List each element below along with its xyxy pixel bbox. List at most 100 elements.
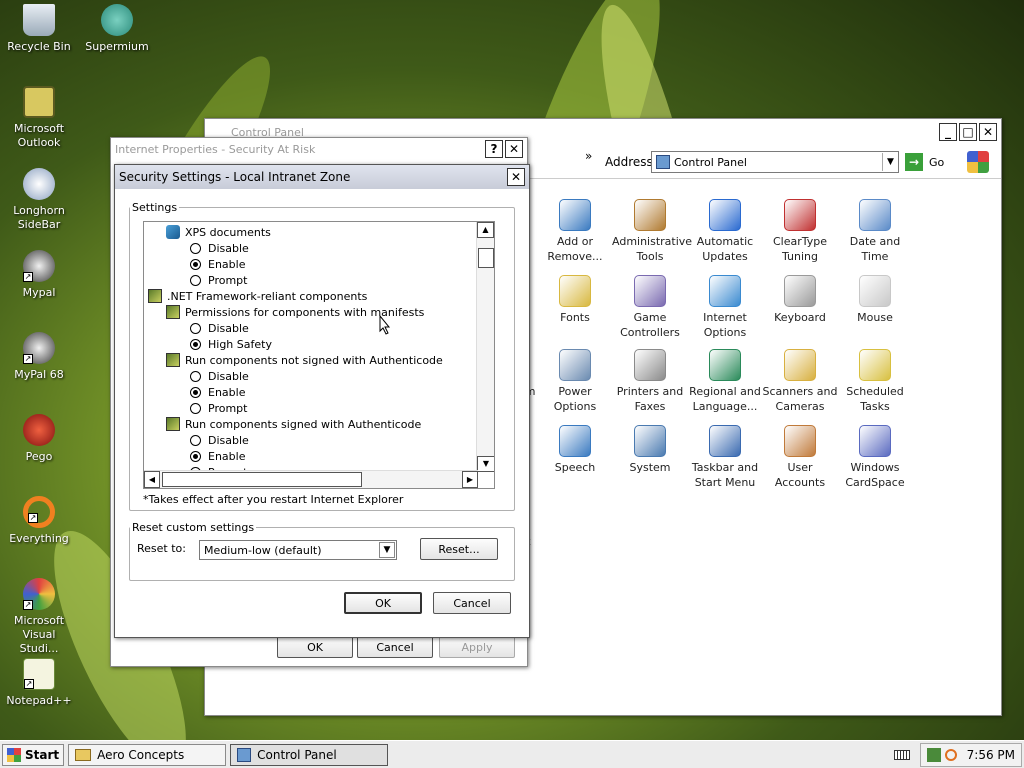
radio-selected[interactable] [190,338,201,350]
settings-item-label: Prompt [208,273,248,287]
reset-level-select[interactable]: Medium-low (default) ▼ [199,540,397,560]
shortcut-arrow-icon: ↗ [23,354,33,364]
settings-option[interactable]: Prompt [148,272,468,288]
scroll-up-button[interactable]: ▲ [477,222,494,238]
desktop-icon-sidebar[interactable]: Longhorn SideBar [4,168,74,232]
cp-item[interactable]: Mouse [837,275,913,325]
cp-item[interactable]: Keyboard [762,275,838,325]
settings-option[interactable]: Disable [148,320,468,336]
vertical-scroll-thumb[interactable] [478,248,494,268]
cp-item[interactable]: Scheduled Tasks [837,349,913,414]
cp-item[interactable]: Regional and Language... [687,349,763,414]
settings-option[interactable]: Disable [148,432,468,448]
start-button[interactable]: Start [2,743,65,766]
cp-item[interactable]: User Accounts [762,425,838,490]
security-settings-titlebar[interactable]: Security Settings - Local Intranet Zone … [115,165,529,189]
radio-selected[interactable] [190,450,201,462]
toolbar-chevron[interactable]: » [585,149,592,163]
cp-item[interactable]: Automatic Updates [687,199,763,264]
clock[interactable]: 7:56 PM [967,748,1015,762]
address-field[interactable]: Control Panel ▼ [651,151,899,173]
vertical-scrollbar[interactable]: ▲ ▼ [476,222,494,472]
horizontal-scroll-thumb[interactable] [162,472,362,487]
minimize-button[interactable]: _ [939,123,957,141]
security-settings-dialog[interactable]: Security Settings - Local Intranet Zone … [114,164,530,638]
address-dropdown-button[interactable]: ▼ [882,153,898,171]
cp-item-icon [634,349,666,381]
radio-selected[interactable] [190,258,201,270]
everything-icon: ↗ [23,496,55,528]
search-icon[interactable] [944,748,957,761]
cp-item[interactable]: Power Options [537,349,613,414]
dotnet-component-icon [148,289,162,303]
keyboard-icon[interactable] [893,749,910,760]
cp-item[interactable]: Internet Options [687,275,763,340]
settings-option[interactable]: Enable [148,384,468,400]
cp-item[interactable]: Speech [537,425,613,475]
desktop-icon-mypal[interactable]: ↗ Mypal [4,250,74,300]
scroll-right-button[interactable]: ▶ [462,471,478,488]
internet-properties-cancel-button[interactable]: Cancel [357,636,433,658]
desktop-icon-supermium[interactable]: Supermium [82,4,152,54]
settings-item-label: Disable [208,433,249,447]
settings-group-label: Settings [132,201,178,214]
cp-item-icon [709,199,741,231]
cp-item[interactable]: Taskbar and Start Menu [687,425,763,490]
reset-button[interactable]: Reset... [420,538,498,560]
mypal68-icon: ↗ [23,332,55,364]
network-icon[interactable] [926,747,941,762]
cp-item[interactable]: Scanners and Cameras [762,349,838,414]
settings-option[interactable]: Enable [148,256,468,272]
settings-option[interactable]: Enable [148,448,468,464]
security-cancel-button[interactable]: Cancel [433,592,511,614]
desktop-icon-outlook[interactable]: Microsoft Outlook [4,86,74,150]
desktop-icon-pego[interactable]: Pego [4,414,74,464]
settings-option[interactable]: High Safety [148,336,468,352]
maximize-button[interactable]: □ [959,123,977,141]
cp-item[interactable]: Date and Time [837,199,913,264]
cp-item[interactable]: System [612,425,688,475]
desktop-icon-mypal68[interactable]: ↗ MyPal 68 [4,332,74,382]
desktop-icon-everything[interactable]: ↗ Everything [4,496,74,546]
taskbar-item-control-panel[interactable]: Control Panel [230,743,389,766]
close-button[interactable]: ✕ [979,123,997,141]
cp-item[interactable]: Game Controllers [612,275,688,340]
settings-option[interactable]: Disable [148,240,468,256]
settings-option[interactable]: Disable [148,368,468,384]
radio-unselected[interactable] [190,274,201,286]
desktop-icon-recycle-bin[interactable]: Recycle Bin [4,4,74,54]
security-ok-button[interactable]: OK [344,592,422,614]
radio-unselected[interactable] [190,370,201,382]
go-button[interactable]: → Go [905,153,944,171]
radio-unselected[interactable] [190,402,201,414]
cp-item-label: Mouse [857,311,893,324]
scroll-down-button[interactable]: ▼ [477,456,494,472]
chevron-down-icon[interactable]: ▼ [379,542,395,558]
taskbar-item-aero-concepts[interactable]: Aero Concepts [68,743,227,766]
horizontal-scrollbar[interactable]: ◀ ▶ [144,470,478,488]
internet-properties-ok-button[interactable]: OK [277,636,353,658]
radio-selected[interactable] [190,386,201,398]
desktop-icon-visual-studio[interactable]: ↗ Microsoft Visual Studi... [4,578,74,656]
internet-properties-close-button[interactable]: ✕ [505,140,523,158]
internet-properties-apply-button[interactable]: Apply [439,636,515,658]
settings-option[interactable]: Prompt [148,400,468,416]
desktop-icon-notepadpp[interactable]: ↗ Notepad++ [4,658,74,708]
settings-list[interactable]: XPS documents Disable Enable Prompt .NET Fra… [143,221,495,489]
help-button[interactable]: ? [485,140,503,158]
system-tray: 7:56 PM [919,742,1022,767]
cp-item[interactable]: Administrative Tools [612,199,692,264]
cp-item[interactable]: Add or Remove... [537,199,613,264]
security-settings-close-button[interactable]: ✕ [507,168,525,186]
internet-properties-titlebar[interactable]: Internet Properties - Security At Risk ?… [111,138,527,160]
radio-unselected[interactable] [190,242,201,254]
radio-unselected[interactable] [190,322,201,334]
cp-item[interactable]: Fonts [537,275,613,325]
scroll-left-button[interactable]: ◀ [144,471,160,488]
cp-item[interactable]: Windows CardSpace [837,425,913,490]
radio-unselected[interactable] [190,434,201,446]
cp-item[interactable]: Printers and Faxes [612,349,688,414]
cp-item[interactable]: ClearType Tuning [762,199,838,264]
cp-item-label: Windows CardSpace [845,461,905,489]
cp-item-icon [709,349,741,381]
